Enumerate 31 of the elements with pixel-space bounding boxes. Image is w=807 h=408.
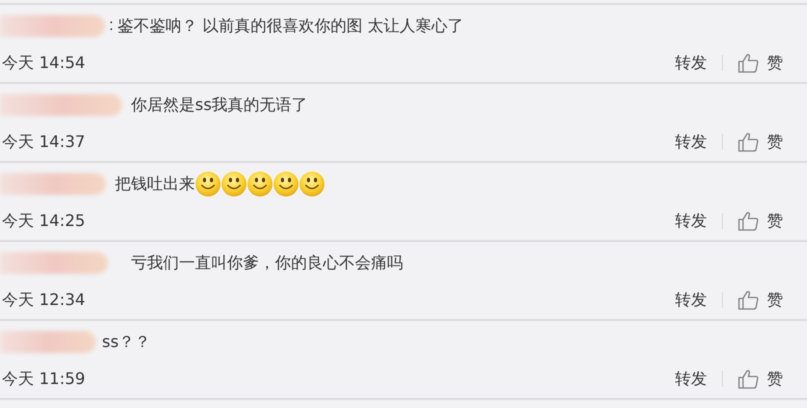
comment-text: 你居然是ss我真的无语了 (131, 94, 308, 116)
like-button[interactable]: 赞 (738, 209, 783, 233)
like-button[interactable]: 赞 (738, 130, 783, 154)
like-button[interactable]: 赞 (738, 51, 783, 75)
smile-emoji-icon (221, 171, 247, 197)
colon-separator: : (108, 16, 114, 36)
smile-emoji-icon (273, 171, 299, 197)
like-button[interactable]: 赞 (738, 288, 783, 312)
repost-button[interactable]: 转发 (675, 288, 707, 312)
repost-button[interactable]: 转发 (675, 51, 707, 75)
comment-text: ss？？ (102, 331, 151, 353)
thumbs-up-icon (738, 211, 759, 231)
comment-time: 今天 14:25 (1, 210, 86, 232)
repost-button[interactable]: 转发 (675, 367, 707, 391)
like-button[interactable]: 赞 (738, 367, 783, 391)
thumbs-up-icon (738, 53, 759, 73)
repost-button[interactable]: 转发 (675, 130, 707, 154)
thumbs-up-icon (738, 290, 759, 310)
smile-emoji-icon (299, 171, 325, 197)
comment-time: 今天 14:54 (1, 52, 86, 74)
repost-button[interactable]: 转发 (675, 209, 707, 233)
comment-text: 鉴不鉴呐？ 以前真的很喜欢你的图 太让人寒心了 (117, 15, 464, 37)
thumbs-up-icon (738, 369, 759, 389)
comment-time: 今天 12:34 (1, 289, 86, 311)
comment-text: 亏我们一直叫你爹，你的良心不会痛吗 (131, 252, 403, 274)
smile-emoji-icon (247, 171, 273, 197)
smile-emoji-icon (195, 171, 221, 197)
thumbs-up-icon (738, 132, 759, 152)
comment-time: 今天 14:37 (1, 131, 86, 153)
comment-text: 把钱吐出来 (115, 173, 195, 195)
comment-time: 今天 11:59 (1, 368, 86, 390)
